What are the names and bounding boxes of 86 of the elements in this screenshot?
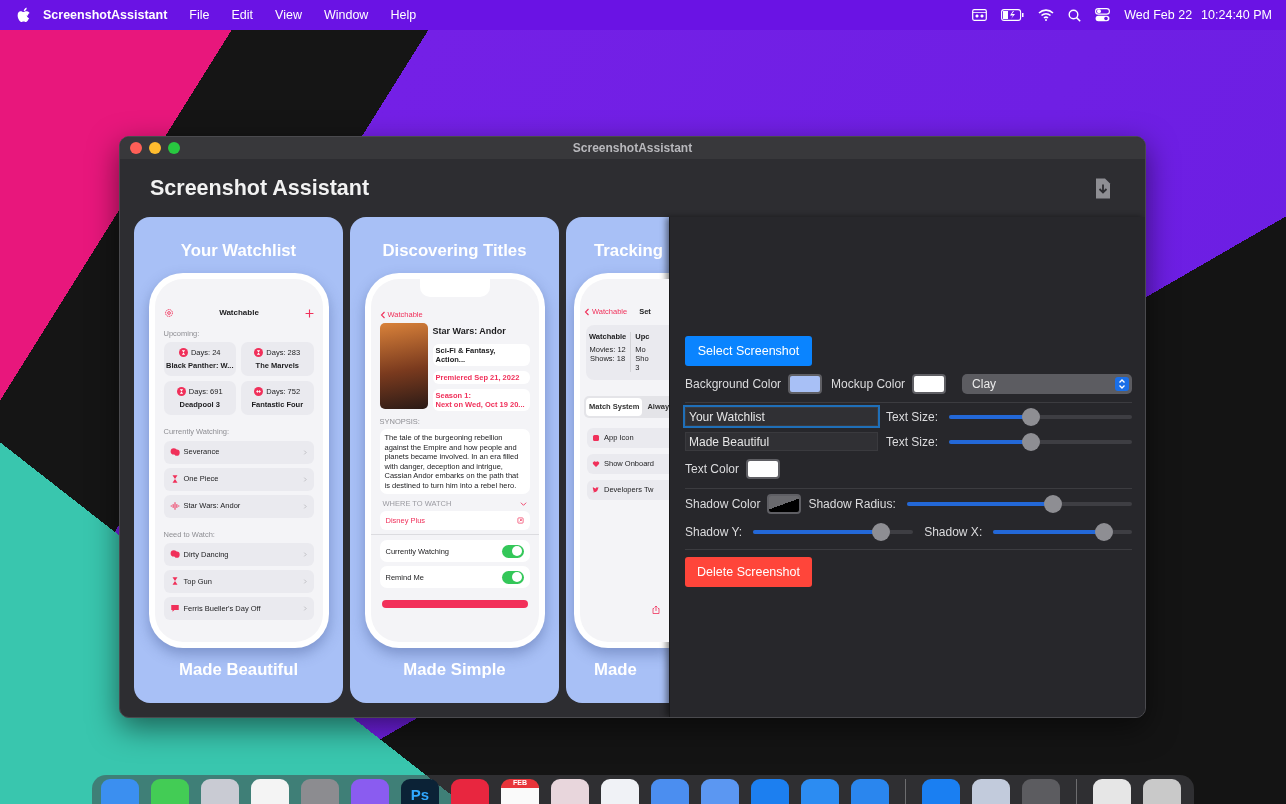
waveform-badge-icon xyxy=(254,387,264,397)
menu-item[interactable]: Help xyxy=(390,5,417,25)
menu-item[interactable]: View xyxy=(275,5,302,25)
caption-title: Discovering Titles xyxy=(382,241,527,261)
stepper-icon xyxy=(1115,377,1129,391)
window-icon[interactable] xyxy=(972,9,988,21)
chevron-right-icon xyxy=(301,448,308,456)
minimize-button[interactable] xyxy=(149,142,161,154)
show-title: Star Wars: Andor xyxy=(432,325,507,339)
chevron-right-icon xyxy=(301,604,308,612)
field-label: Shadow X: xyxy=(924,524,983,541)
bird-icon xyxy=(592,485,600,494)
color-well[interactable] xyxy=(912,374,947,394)
app-icon[interactable] xyxy=(1143,779,1181,804)
settings-icon[interactable] xyxy=(163,308,174,318)
app-icon[interactable] xyxy=(972,779,1010,804)
app-menu[interactable]: ScreenshotAssistant xyxy=(43,5,168,25)
field-label: Text Size: xyxy=(886,408,939,426)
hourglass-badge-icon xyxy=(178,348,188,358)
color-well[interactable] xyxy=(767,494,802,514)
style-dropdown[interactable]: Clay xyxy=(962,374,1132,394)
share-icon[interactable] xyxy=(652,605,660,614)
dropdown-value: Clay xyxy=(972,376,997,393)
menu-bar-clock[interactable]: 10:24:40 PM xyxy=(1201,5,1272,25)
heart-icon xyxy=(592,459,600,468)
toggle-switch[interactable] xyxy=(501,544,524,558)
menu-item[interactable]: Window xyxy=(323,5,369,25)
field-label: Text Size: xyxy=(886,433,939,451)
chevron-right-icon xyxy=(301,475,308,483)
masks-icon xyxy=(169,549,180,560)
app-square-icon xyxy=(592,433,600,442)
toggle-switch[interactable] xyxy=(501,570,524,584)
button-strip[interactable] xyxy=(381,600,528,609)
field-label: Shadow Color xyxy=(685,496,761,513)
app-icon[interactable]: Ps xyxy=(401,779,439,804)
caption-title: Your Watchlist xyxy=(180,241,297,261)
field-label: Text Color xyxy=(685,461,740,478)
speech-bubble-icon xyxy=(169,603,180,614)
caption-subtitle: Made xyxy=(593,660,637,680)
slider-thumb[interactable] xyxy=(1022,432,1041,451)
hourglass-badge-icon xyxy=(254,348,264,358)
slider-thumb[interactable] xyxy=(1044,495,1063,513)
color-well[interactable] xyxy=(788,374,823,394)
text-field[interactable]: Your Watchlist xyxy=(685,407,878,426)
screen-title: Watchable xyxy=(219,307,259,319)
field-label: Mockup Color xyxy=(831,376,906,393)
chevron-right-icon xyxy=(301,502,308,510)
wifi-icon[interactable] xyxy=(1038,9,1055,21)
caption-subtitle: Made Beautiful xyxy=(178,660,299,680)
masks-icon xyxy=(169,447,180,457)
search-icon[interactable] xyxy=(1068,8,1082,22)
field-label: Shadow Radius: xyxy=(808,496,896,513)
external-link-icon xyxy=(516,517,524,525)
plus-icon[interactable] xyxy=(304,308,314,318)
text-field[interactable]: Made Beautiful xyxy=(685,432,878,451)
slider-thumb[interactable] xyxy=(872,523,891,541)
menu-bar-date[interactable]: Wed Feb 22 xyxy=(1124,5,1193,25)
waveform-icon xyxy=(169,501,180,511)
field-label: Shadow Y: xyxy=(685,524,743,541)
select-screenshot-button[interactable]: Select Screenshot xyxy=(685,336,812,366)
apple-logo-icon[interactable] xyxy=(16,7,31,23)
window-title: ScreenshotAssistant xyxy=(571,140,694,157)
field-label: Background Color xyxy=(685,376,782,393)
caption-title: Tracking xyxy=(593,241,663,261)
toggles-icon[interactable] xyxy=(1095,8,1111,22)
back-chevron-icon xyxy=(379,310,386,319)
app-heading: Screenshot Assistant xyxy=(150,174,370,202)
back-chevron-icon xyxy=(584,307,590,316)
download-document-icon[interactable] xyxy=(1094,176,1112,200)
slider-thumb[interactable] xyxy=(1022,407,1041,426)
caption-subtitle: Made Simple xyxy=(403,660,506,680)
zoom-button[interactable] xyxy=(168,142,180,154)
chevron-right-icon xyxy=(301,550,308,558)
battery-icon[interactable] xyxy=(1001,9,1025,21)
hourglass-badge-icon xyxy=(176,387,186,397)
app-icon[interactable] xyxy=(551,779,589,804)
menu-item[interactable]: File xyxy=(189,5,210,25)
chevron-down-icon[interactable] xyxy=(519,500,527,507)
preview-card[interactable] xyxy=(350,217,559,703)
app-icon[interactable] xyxy=(1093,779,1131,804)
chevron-right-icon xyxy=(301,577,308,585)
close-button[interactable] xyxy=(130,142,142,154)
color-well[interactable] xyxy=(746,459,781,479)
slider-thumb[interactable] xyxy=(1095,523,1114,541)
menu-item[interactable]: Edit xyxy=(231,5,254,25)
app-icon[interactable] xyxy=(601,779,639,804)
